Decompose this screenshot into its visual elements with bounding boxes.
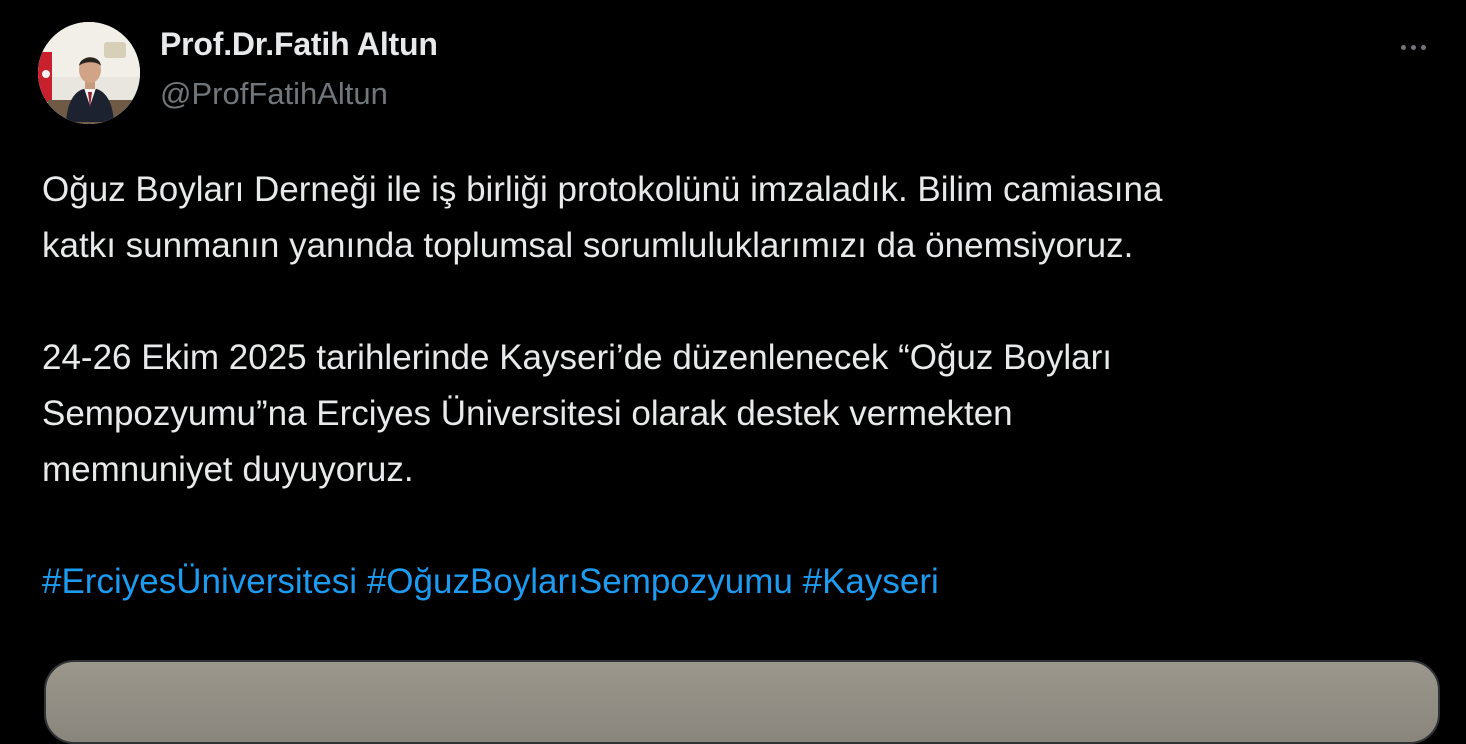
avatar[interactable] (38, 22, 140, 124)
more-horizontal-icon-dot (1420, 44, 1426, 50)
hashtag-line: #ErciyesÜniversitesi #OğuzBoylarıSempozy… (42, 554, 1432, 610)
tweet-paragraph: Oğuz Boyları Derneği ile iş birliği prot… (42, 162, 1432, 274)
tweet-line: 24-26 Ekim 2025 tarihlerinde Kayseri’de … (42, 338, 1113, 377)
more-options-button[interactable] (1390, 30, 1436, 64)
tweet-text: Oğuz Boyları Derneği ile iş birliği prot… (42, 162, 1432, 610)
tweet-paragraph: 24-26 Ekim 2025 tarihlerinde Kayseri’de … (42, 330, 1432, 498)
author-display-name[interactable]: Prof.Dr.Fatih Altun (160, 26, 438, 63)
author-handle[interactable]: @ProfFatihAltun (160, 76, 388, 112)
more-horizontal-icon-dot (1410, 44, 1416, 50)
tweet-line: katkı sunmanın yanında toplumsal sorumlu… (42, 226, 1134, 265)
more-horizontal-icon (1400, 44, 1406, 50)
hashtag-link[interactable]: #ErciyesÜniversitesi (42, 562, 357, 601)
tweet-line: memnuniyet duyuyoruz. (42, 450, 414, 489)
tweet-media[interactable] (44, 660, 1440, 744)
tweet-line: Sempozyumu”na Erciyes Üniversitesi olara… (42, 394, 1013, 433)
hashtag-link[interactable]: #OğuzBoylarıSempozyumu (367, 562, 793, 601)
profile-photo-icon (38, 22, 140, 124)
tweet-card: Prof.Dr.Fatih Altun @ProfFatihAltun Oğuz… (0, 0, 1466, 744)
tweet-line: Oğuz Boyları Derneği ile iş birliği prot… (42, 170, 1163, 209)
hashtag-link[interactable]: #Kayseri (803, 562, 939, 601)
